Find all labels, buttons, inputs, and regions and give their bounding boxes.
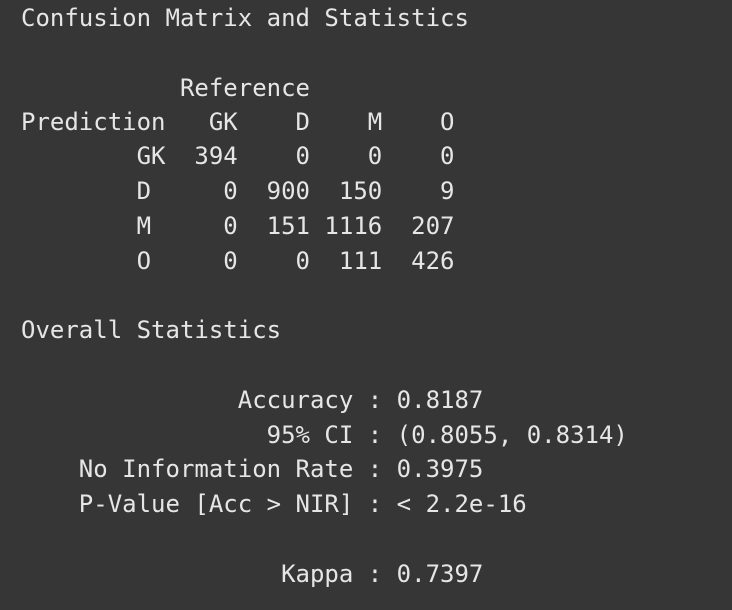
stat-kappa: Kappa : 0.7397 (21, 560, 484, 588)
matrix-reference-header: Reference (21, 74, 310, 102)
stat-confidence-interval: 95% CI : (0.8055, 0.8314) (21, 421, 628, 449)
matrix-row-d: D 0 900 150 9 (21, 177, 455, 205)
stat-accuracy: Accuracy : 0.8187 (21, 386, 484, 414)
console-output: Confusion Matrix and Statistics Referenc… (0, 0, 732, 610)
stat-p-value: P-Value [Acc > NIR] : < 2.2e-16 (21, 490, 527, 518)
matrix-row-m: M 0 151 1116 207 (21, 212, 455, 240)
output-title: Confusion Matrix and Statistics (21, 4, 469, 32)
stat-no-information-rate: No Information Rate : 0.3975 (21, 455, 484, 483)
overall-statistics-heading: Overall Statistics (21, 316, 282, 344)
matrix-column-header: Prediction GK D M O (21, 108, 455, 136)
matrix-row-o: O 0 0 111 426 (21, 247, 455, 275)
matrix-row-gk: GK 394 0 0 0 (21, 142, 455, 170)
